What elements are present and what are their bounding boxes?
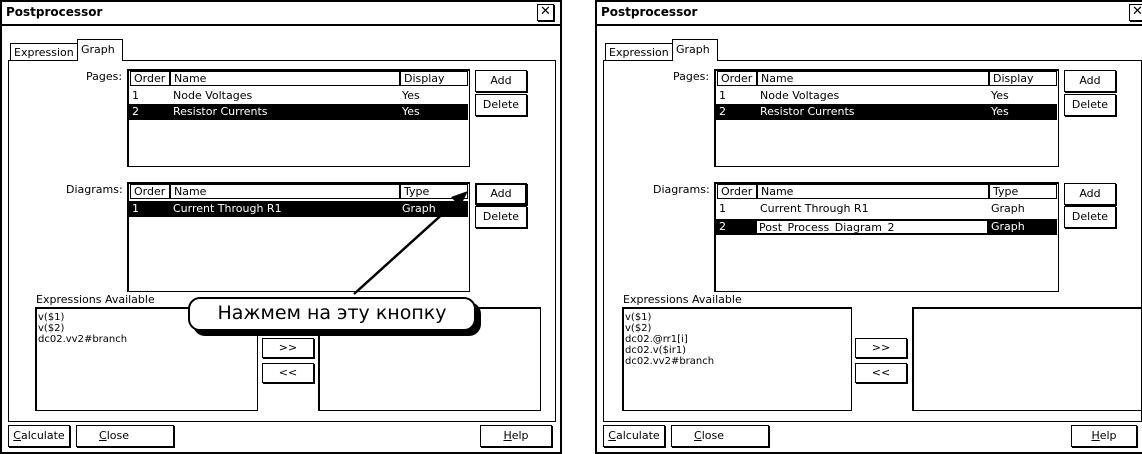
help-button[interactable]: Help [1071, 425, 1137, 447]
list-item[interactable]: dc02.vv2#branch [625, 356, 849, 367]
diagrams-grid[interactable]: Order Name Type 1 Current Through R1 Gra… [714, 182, 1059, 292]
column-header-order[interactable]: Order [717, 71, 757, 86]
column-header-name[interactable]: Name [757, 184, 989, 199]
name-cell: Node Voltages [760, 89, 840, 102]
order-cell: 2 [719, 220, 726, 233]
expressions-available-list[interactable]: v($1) v($2) dc02.@rr1[i] dc02.v($ir1) dc… [622, 307, 852, 411]
diagrams-delete-button[interactable]: Delete [1064, 206, 1116, 228]
type-cell: Graph [991, 202, 1025, 215]
close-icon[interactable]: ✕ [1129, 4, 1142, 21]
diagrams-add-button[interactable]: Add [1064, 183, 1116, 205]
calculate-button[interactable]: Calculate [603, 425, 665, 447]
column-header-order[interactable]: Order [717, 184, 757, 199]
name-cell: Resistor Currents [760, 105, 855, 118]
list-item[interactable]: v($1) [625, 312, 849, 323]
display-cell: Yes [991, 89, 1009, 102]
window-title: Postprocessor [601, 5, 698, 19]
order-cell: 1 [719, 202, 726, 215]
order-cell: 1 [719, 89, 726, 102]
diagrams-label: Diagrams: [653, 183, 710, 196]
button-label: elp [1099, 429, 1117, 442]
postprocessor-window-left: Postprocessor ✕ Expression Graph Pages: … [0, 0, 562, 454]
order-cell: 2 [719, 105, 726, 118]
list-item[interactable]: dc02.v($ir1) [625, 345, 849, 356]
button-label: alculate [615, 429, 660, 442]
list-item[interactable]: v($2) [625, 323, 849, 334]
pages-add-button[interactable]: Add [1064, 70, 1116, 92]
column-header-name[interactable]: Name [757, 71, 989, 86]
move-left-button[interactable]: << [855, 363, 907, 383]
pages-delete-button[interactable]: Delete [1064, 94, 1116, 116]
postprocessor-window-right: Postprocessor ✕ Expression Graph Pages: … [595, 0, 1142, 454]
mnemonic: C [694, 429, 702, 442]
display-cell: Yes [991, 105, 1009, 118]
graph-tab-panel: Pages: Order Name Display 1 Node Voltage… [603, 60, 1142, 422]
button-label: lose [701, 429, 724, 442]
move-right-button[interactable]: >> [855, 338, 907, 358]
close-button[interactable]: Close [671, 425, 769, 447]
type-cell: Graph [991, 220, 1025, 233]
pages-label: Pages: [673, 70, 710, 83]
name-cell: Current Through R1 [760, 202, 869, 215]
mnemonic: C [608, 429, 616, 442]
expressions-available-label: Expressions Available [623, 293, 742, 306]
tab-expression[interactable]: Expression [605, 43, 675, 61]
table-row-selected[interactable]: 2 Post_Process_Diagram_2 Graph [716, 219, 1057, 235]
table-row[interactable]: 1 Current Through R1 Graph [716, 201, 1057, 217]
column-header-type[interactable]: Type [989, 184, 1057, 199]
expressions-selected-list[interactable] [912, 307, 1142, 411]
title-bar: Postprocessor ✕ [597, 2, 1142, 26]
mnemonic: H [1091, 429, 1100, 442]
diagram-name-edit-field[interactable]: Post_Process_Diagram_2 [756, 220, 988, 234]
tab-graph[interactable]: Graph [77, 39, 123, 61]
column-header-display[interactable]: Display [989, 71, 1057, 86]
pages-grid[interactable]: Order Name Display 1 Node Voltages Yes 2… [714, 69, 1059, 167]
table-row[interactable]: 1 Node Voltages Yes [716, 88, 1057, 104]
tab-graph[interactable]: Graph [672, 39, 718, 61]
annotation-arrow [353, 191, 468, 295]
annotation-callout: Нажмем на эту кнопку [188, 297, 476, 331]
list-item[interactable]: dc02.@rr1[i] [625, 334, 849, 345]
table-row-selected[interactable]: 2 Resistor Currents Yes [716, 104, 1057, 120]
